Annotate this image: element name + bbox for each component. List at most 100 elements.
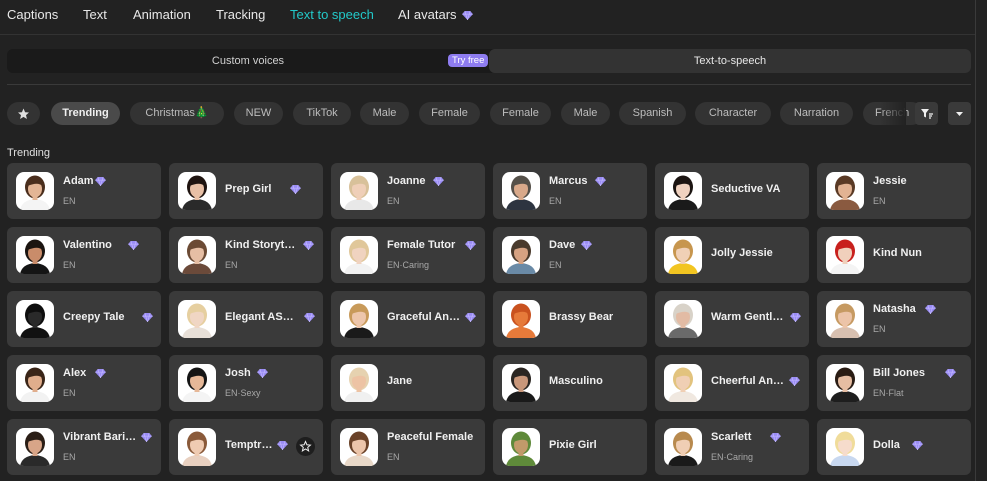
voice-card[interactable]: Joanne EN [331, 163, 485, 219]
voice-card[interactable]: Natasha EN [817, 291, 971, 347]
diamond-icon [277, 441, 288, 450]
text-to-speech-tab[interactable]: Text-to-speech [489, 49, 971, 73]
voice-card[interactable]: Marcus EN [493, 163, 647, 219]
tab-ai-avatars-label: AI avatars [398, 7, 457, 22]
favorite-button[interactable] [296, 437, 315, 456]
chip-character[interactable]: Character [695, 102, 771, 125]
voice-source-toggle: Custom voices Try free Text-to-speech [7, 49, 971, 73]
chips-fade [880, 100, 906, 127]
voice-card[interactable]: Alex EN [7, 355, 161, 411]
voice-card[interactable]: Peaceful Female EN [331, 419, 485, 475]
chip-christmas[interactable]: Christmas🎄 [130, 102, 224, 125]
custom-voices-tab[interactable]: Custom voices [7, 49, 489, 73]
voice-name: Valentino [63, 239, 112, 251]
voice-avatar [826, 300, 864, 338]
voice-name: Vibrant Bari… [63, 431, 137, 443]
voice-card[interactable]: Jolly Jessie [655, 227, 809, 283]
chip-male-2[interactable]: Male [561, 102, 610, 125]
voice-name: Dave [549, 239, 576, 251]
voice-card[interactable]: Masculino [493, 355, 647, 411]
voice-language: EN [387, 452, 400, 462]
tab-text-to-speech[interactable]: Text to speech [290, 7, 374, 22]
nav-divider [0, 34, 975, 35]
diamond-icon [465, 313, 476, 322]
voice-name: Scarlett [711, 431, 752, 443]
voice-card[interactable]: Cheerful An… [655, 355, 809, 411]
chip-trending[interactable]: Trending [51, 102, 120, 125]
voice-card[interactable]: Brassy Bear [493, 291, 647, 347]
voice-card[interactable]: Graceful An… [331, 291, 485, 347]
voice-avatar [340, 364, 378, 402]
chip-female-2[interactable]: Female [490, 102, 551, 125]
chip-tiktok[interactable]: TikTok [293, 102, 351, 125]
tab-ai-avatars[interactable]: AI avatars [398, 7, 473, 22]
voice-card[interactable]: Pixie Girl [493, 419, 647, 475]
voice-card[interactable]: Jessie EN [817, 163, 971, 219]
voice-card[interactable]: Scarlett EN·Caring [655, 419, 809, 475]
voice-name: Prep Girl [225, 183, 272, 195]
voice-avatar [502, 172, 540, 210]
divider [7, 84, 971, 85]
voice-card[interactable]: Vibrant Bari… EN [7, 419, 161, 475]
voice-language: EN [225, 260, 238, 270]
tab-tracking[interactable]: Tracking [216, 7, 265, 22]
filter-icon [921, 109, 933, 119]
chip-spanish[interactable]: Spanish [619, 102, 686, 125]
chip-narration[interactable]: Narration [780, 102, 853, 125]
voice-card[interactable]: Valentino EN [7, 227, 161, 283]
diamond-icon [945, 369, 956, 378]
chip-female[interactable]: Female [419, 102, 480, 125]
voice-avatar [664, 364, 702, 402]
voice-avatar [664, 428, 702, 466]
diamond-icon [303, 241, 314, 250]
voice-card[interactable]: Adam EN [7, 163, 161, 219]
filter-chips: Trending Christmas🎄 NEW TikTok Male Fema… [0, 102, 975, 125]
voice-avatar [502, 428, 540, 466]
voice-avatar [826, 364, 864, 402]
voice-card[interactable]: Dave EN [493, 227, 647, 283]
voice-card[interactable]: Female Tutor EN·Caring [331, 227, 485, 283]
voice-language: EN [549, 196, 562, 206]
voice-avatar [826, 172, 864, 210]
try-free-badge: Try free [448, 54, 489, 67]
filter-button[interactable] [915, 102, 938, 125]
voice-name: Marcus [549, 175, 588, 187]
chip-male[interactable]: Male [360, 102, 409, 125]
voice-avatar [502, 300, 540, 338]
voice-name: Peaceful Female [387, 431, 474, 443]
expand-filters-button[interactable] [948, 102, 971, 125]
voice-card[interactable]: Dolla [817, 419, 971, 475]
voice-avatar [16, 428, 54, 466]
tab-captions[interactable]: Captions [7, 7, 58, 22]
diamond-icon [461, 11, 473, 21]
voice-card[interactable]: Creepy Tale [7, 291, 161, 347]
voice-avatar [664, 236, 702, 274]
voice-name: Warm Gentl… [711, 311, 784, 323]
voice-language: EN·Caring [387, 260, 430, 270]
diamond-icon [141, 433, 152, 442]
voice-card[interactable]: Temptr… [169, 419, 323, 475]
tab-text[interactable]: Text [83, 7, 107, 22]
voice-card[interactable]: Bill Jones EN·Flat [817, 355, 971, 411]
voice-card[interactable]: Kind Storyt… EN [169, 227, 323, 283]
top-nav: Captions Text Animation Tracking Text to… [0, 0, 975, 34]
tab-animation[interactable]: Animation [133, 7, 191, 22]
voice-language: EN·Caring [711, 452, 754, 462]
chip-new[interactable]: NEW [234, 102, 283, 125]
voice-card[interactable]: Warm Gentl… [655, 291, 809, 347]
voice-name: Temptr… [225, 439, 273, 451]
voice-card[interactable]: Jane [331, 355, 485, 411]
voice-card[interactable]: Kind Nun [817, 227, 971, 283]
diamond-icon [128, 241, 139, 250]
voice-name: Josh [225, 367, 251, 379]
voice-card[interactable]: Seductive VA [655, 163, 809, 219]
voice-card[interactable]: Josh EN·Sexy [169, 355, 323, 411]
voice-card[interactable]: Elegant AS… [169, 291, 323, 347]
voice-language: EN [63, 196, 76, 206]
voice-card[interactable]: Prep Girl [169, 163, 323, 219]
voice-avatar [826, 428, 864, 466]
favorites-chip[interactable] [7, 102, 40, 125]
diamond-icon [290, 185, 301, 194]
voice-language: EN [549, 260, 562, 270]
diamond-icon [925, 305, 936, 314]
